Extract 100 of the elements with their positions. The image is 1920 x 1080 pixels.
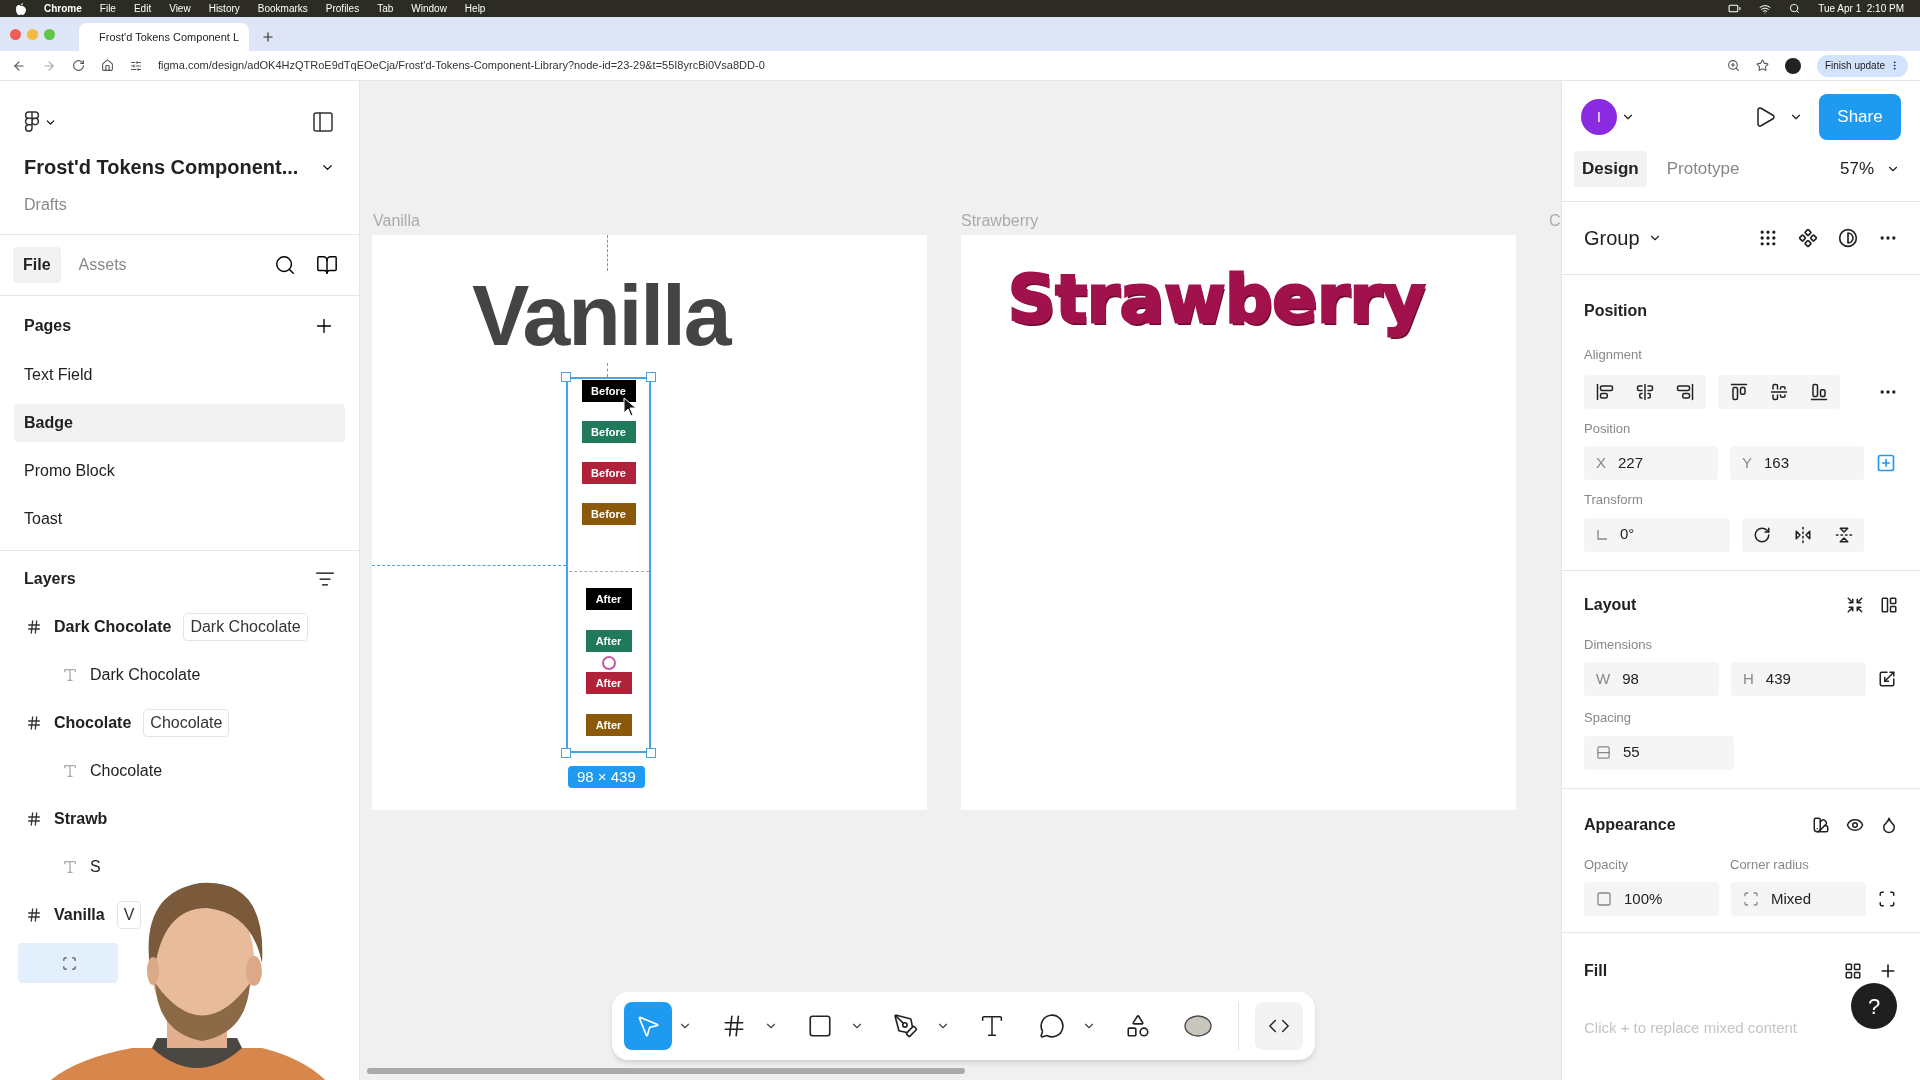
- spacing-icon: [1596, 745, 1611, 760]
- wifi-icon: [1759, 2, 1772, 15]
- section-heading: Pages: [24, 316, 72, 336]
- page-item[interactable]: Text Field: [14, 356, 345, 394]
- layer-name: Strawb: [54, 809, 108, 829]
- width-field[interactable]: W 98: [1584, 662, 1719, 696]
- close-window-button[interactable]: [10, 28, 21, 40]
- layer-row[interactable]: Vanilla V: [18, 895, 150, 935]
- layer-row[interactable]: Chocolate: [18, 751, 171, 791]
- resize-handle[interactable]: [561, 748, 571, 758]
- size-label: 98 × 439: [568, 766, 645, 788]
- rotation-field[interactable]: 0°: [1584, 517, 1730, 552]
- page-item[interactable]: Promo Block: [14, 452, 345, 490]
- pointer-tool[interactable]: [624, 1002, 672, 1050]
- align-right-icon[interactable]: [1676, 382, 1694, 401]
- resize-icon[interactable]: [1878, 670, 1896, 688]
- layer-name: Chocolate: [54, 713, 132, 733]
- panel-tab[interactable]: Design: [1574, 151, 1647, 187]
- shapes-icon: [1125, 1013, 1151, 1039]
- panel-tab[interactable]: Assets: [68, 247, 137, 283]
- avatar[interactable]: I: [1581, 99, 1617, 135]
- flip-horizontal-icon[interactable]: [1794, 525, 1812, 544]
- selection-type[interactable]: Group: [1584, 223, 1640, 253]
- browser-tab[interactable]: Frost'd Tokens Component L: [79, 23, 249, 51]
- opacity-icon: [1596, 891, 1612, 907]
- url-field[interactable]: figma.com/design/adOK4HzQTRoE9dTqEOeCja/Frost'd-Tokens-Component-Library?node-id=23-29&t=55I8yrcBi0Vsa8DD-0: [158, 57, 1711, 74]
- layer-row[interactable]: S: [18, 847, 109, 887]
- align-left-icon[interactable]: [1596, 382, 1614, 401]
- auto-layout-icon[interactable]: [1880, 595, 1898, 614]
- zoom-level[interactable]: 57%: [1839, 156, 1874, 182]
- layer-tag: V: [116, 901, 142, 929]
- resize-handle[interactable]: [561, 372, 571, 382]
- page-item[interactable]: Badge: [14, 404, 345, 442]
- align-middle-icon[interactable]: [1770, 382, 1788, 401]
- bookmark-icon[interactable]: [1755, 59, 1769, 72]
- menu-item[interactable]: Bookmarks: [257, 1, 308, 16]
- contrast-icon[interactable]: [1838, 228, 1858, 248]
- menu-item[interactable]: History: [208, 1, 240, 16]
- library-icon[interactable]: [316, 254, 338, 276]
- menu-item[interactable]: View: [169, 1, 191, 16]
- menu-item[interactable]: Tab: [377, 1, 394, 16]
- reload-icon[interactable]: [72, 59, 85, 72]
- spacing-field[interactable]: 55: [1584, 735, 1734, 770]
- grid-icon[interactable]: [1758, 228, 1778, 248]
- scrollbar[interactable]: [367, 1068, 965, 1074]
- styles-icon[interactable]: [1812, 815, 1830, 834]
- align-center-icon[interactable]: [1636, 382, 1654, 401]
- badge: Before: [581, 503, 636, 525]
- square-icon: [807, 1013, 833, 1039]
- text-icon: [62, 859, 78, 875]
- flip-vertical-icon[interactable]: [1834, 525, 1853, 544]
- menu-item[interactable]: Help: [464, 1, 486, 16]
- resize-handle[interactable]: [646, 748, 656, 758]
- finish-update-button[interactable]: Finish update: [1816, 54, 1908, 77]
- file-title[interactable]: Frost'd Tokens Component...: [24, 152, 299, 182]
- badge: After: [585, 588, 632, 610]
- home-icon[interactable]: [101, 59, 114, 72]
- independent-corners-icon[interactable]: [1878, 890, 1896, 908]
- layer-name: S: [90, 857, 101, 877]
- new-tab-icon[interactable]: [261, 30, 275, 44]
- app-name: Chrome: [44, 2, 82, 16]
- styles-icon[interactable]: [1844, 962, 1862, 980]
- layer-row[interactable]: Dark Chocolate: [18, 655, 209, 695]
- menu-item[interactable]: Profiles: [325, 1, 360, 16]
- selection-frame[interactable]: Before Before Before Before After After After After: [566, 377, 651, 753]
- resize-handle[interactable]: [646, 372, 656, 382]
- blend-icon[interactable]: [1880, 815, 1898, 834]
- opacity-field[interactable]: 100%: [1584, 882, 1719, 916]
- align-top-icon[interactable]: [1730, 382, 1748, 401]
- layer-tag: Chocolate: [143, 709, 230, 737]
- height-field[interactable]: H 439: [1731, 662, 1866, 696]
- menu-item[interactable]: File: [99, 1, 116, 16]
- back-icon[interactable]: [12, 58, 26, 73]
- shrink-icon[interactable]: [1846, 595, 1864, 614]
- field-label: Spacing: [1584, 709, 1632, 727]
- panel-tab[interactable]: File: [13, 247, 61, 283]
- layer-row[interactable]: Strawb: [18, 799, 116, 839]
- sidebar-toggle-icon[interactable]: [311, 110, 335, 134]
- menu-item[interactable]: Window: [411, 1, 447, 16]
- rotate-icon[interactable]: [1753, 525, 1772, 544]
- menu-item[interactable]: Edit: [133, 1, 152, 16]
- align-bottom-icon[interactable]: [1810, 382, 1828, 401]
- x-field[interactable]: X 227: [1584, 446, 1718, 480]
- radius-field[interactable]: Mixed: [1731, 882, 1866, 916]
- search-icon[interactable]: [274, 254, 296, 276]
- panel-tab[interactable]: Prototype: [1658, 151, 1748, 187]
- layer-row[interactable]: Chocolate Chocolate: [18, 703, 238, 743]
- layer-row[interactable]: Dark Chocolate Dark Chocolate: [18, 607, 316, 647]
- component-icon[interactable]: [1798, 228, 1818, 248]
- constraints-icon[interactable]: [1876, 453, 1896, 473]
- site-settings-icon[interactable]: [130, 59, 142, 72]
- frame-icon: [26, 619, 42, 635]
- help-button[interactable]: ?: [1851, 983, 1897, 1029]
- code-tool[interactable]: [1255, 1002, 1303, 1050]
- page-item[interactable]: Toast: [14, 500, 345, 538]
- y-field[interactable]: Y 163: [1730, 446, 1864, 480]
- fill-hint: Click + to replace mixed content: [1584, 1018, 1799, 1038]
- zoom-icon[interactable]: [1726, 59, 1740, 72]
- layer-name: Vanilla: [54, 905, 105, 925]
- layer-name: Dark Chocolate: [54, 617, 172, 637]
